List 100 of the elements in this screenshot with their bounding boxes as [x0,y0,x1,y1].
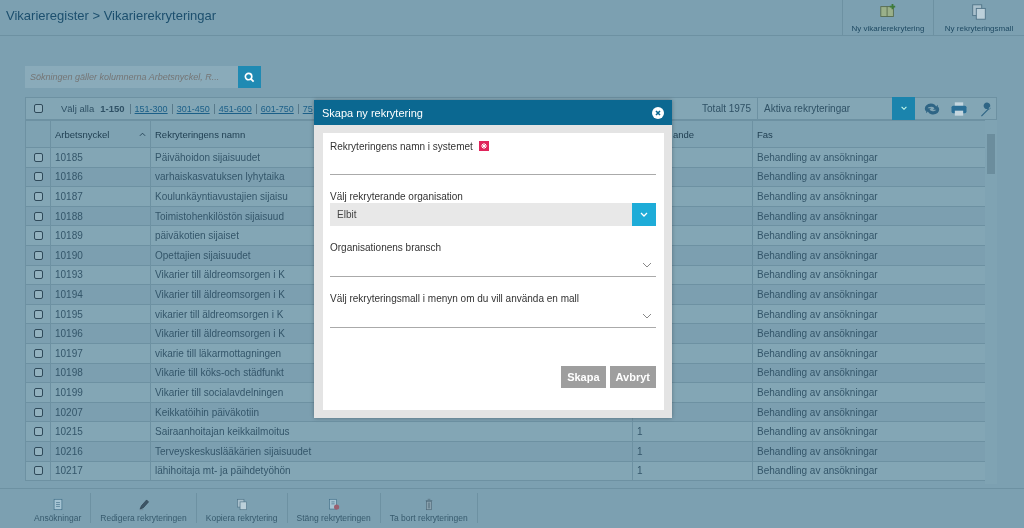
table-cell: Behandling av ansökningar [757,445,878,457]
dialog-title: Skapa ny rekrytering [322,106,423,119]
select-all-checkbox[interactable] [34,104,43,113]
row-checkbox[interactable] [33,211,43,221]
table-cell: Behandling av ansökningar [757,151,878,163]
row-checkbox[interactable] [33,368,43,378]
row-checkbox[interactable] [33,309,43,319]
table-cell: Sairaanhoitajan keikkailmoitus [155,426,290,438]
copy-icon [970,3,988,21]
table-cell: Vikarie till köks-och städfunkt [155,367,284,379]
dialog-button[interactable]: Avbryt [609,366,656,388]
row-checkbox[interactable] [33,387,43,397]
table-cell: Behandling av ansökningar [757,308,878,320]
toolbar-button[interactable]: Ansökningar [25,493,92,523]
table-cell: lähihoitaja mt- ja päihdetyöhön [155,465,291,477]
table-cell: varhaiskasvatuksen lyhytaika [155,171,285,183]
row-checkbox[interactable] [33,466,43,476]
field-label: Välj rekryterande organisation [330,190,463,202]
row-checkbox[interactable] [33,289,43,299]
table-cell: Behandling av ansökningar [757,269,878,281]
page-range-link[interactable]: 451-600 [218,103,252,114]
search-icon [244,71,255,83]
field-label: Rekryteringens namn i systemet [330,140,473,152]
field-label: Välj rekryteringsmall i menyn om du vill använda en mall [330,292,579,304]
table-cell: 10195 [55,308,83,320]
table-cell: vikarie till läkarmottagningen [155,347,282,359]
toolbar-button[interactable]: Ny vikarierekrytering [842,0,933,35]
table-cell: Vikarier till äldreomsorgen i K [155,269,285,281]
row-checkbox[interactable] [33,446,43,456]
table-cell: Vikarier till äldreomsorgen i K [155,288,285,300]
table-cell: Behandling av ansökningar [757,386,878,398]
table-cell: 10207 [55,406,83,418]
table-cell: 10196 [55,328,83,340]
table-cell: Behandling av ansökningar [757,406,878,418]
chevron-down-icon [639,211,649,218]
table-cell: Behandling av ansökningar [757,171,878,183]
select-all-label: Välj alla [61,103,95,114]
chevron-down-icon [899,106,908,111]
table-cell: 10198 [55,367,83,379]
search-field[interactable]: Sökningen gäller kolumnerna Arbetsnyckel, R... [25,66,238,88]
table-cell: Behandling av ansökningar [757,426,878,438]
table-cell: Terveyskeskuslääkärien sijaisuudet [155,445,312,457]
toolbar-button[interactable]: Ny rekryteringsmall [933,0,1024,35]
row-checkbox[interactable] [33,250,43,260]
table-cell: Päivähoidon sijaisuudet [155,151,261,163]
dialog-button[interactable]: Skapa [561,366,606,388]
table-cell: Behandling av ansökningar [757,210,878,222]
table-cell: Vikarier till äldreomsorgen i K [155,328,285,340]
table-cell: Behandling av ansökningar [757,249,878,261]
printer-icon[interactable] [949,100,969,117]
row-checkbox[interactable] [33,427,43,437]
row-checkbox[interactable] [33,329,43,339]
table-cell: 10199 [55,386,83,398]
column-header[interactable]: Arbetsnyckel [50,120,151,148]
page-range-link[interactable]: 151-300 [134,103,168,114]
table-cell: 1 [637,445,643,457]
field-label: Organisationens bransch [330,241,442,253]
page-range-link[interactable]: 601-750 [260,103,294,114]
table-cell: 10216 [55,445,83,457]
table-cell: Koulunkäyntiavustajien sijaisu [155,191,288,202]
toolbar-button[interactable]: Kopiera rekrytering [196,493,288,523]
table-cell: Behandling av ansökningar [757,367,878,379]
breadcrumb: Vikarieregister > Vikarierekryteringar [5,7,218,25]
total-count: Totalt 1975 [702,103,751,114]
toolbar-button[interactable]: Stäng rekryteringen [287,493,381,523]
table-cell: 10193 [55,269,83,281]
row-checkbox[interactable] [33,192,43,201]
table-cell: Behandling av ansökningar [757,288,878,300]
table-cell: 10186 [55,171,83,183]
table-cell: Toimistohenkilöstön sijaisuud [155,210,284,222]
table-cell: päiväkotien sijaiset [155,230,239,242]
table-cell: 1 [637,426,643,438]
table-cell: 1 [637,465,643,477]
table-cell: Behandling av ansökningar [757,230,878,242]
row-checkbox[interactable] [33,152,43,162]
table-cell: 10189 [55,230,83,242]
organisation-select[interactable]: Elbit [330,203,656,226]
table-cell: 10190 [55,249,83,261]
toolbar-button[interactable]: Ta bort rekryteringen [380,493,478,523]
table-cell: Behandling av ansökningar [757,465,878,477]
table-cell: 10197 [55,347,83,359]
row-checkbox[interactable] [33,172,43,182]
chevron-down-icon [642,262,652,268]
chevron-down-icon [642,313,652,319]
table-cell: 10217 [55,465,83,477]
toolbar-button[interactable]: Redigera rekryteringen [91,493,197,523]
search-button[interactable] [238,66,261,88]
refresh-icon[interactable] [922,100,942,117]
row-checkbox[interactable] [33,407,43,417]
row-checkbox[interactable] [33,270,43,280]
close-button[interactable] [652,106,664,119]
table-cell: 10215 [55,426,83,438]
table-cell: Vikarier till socialavdelningen [155,386,284,398]
table-cell: 10187 [55,191,83,202]
table-cell: Keikkatöihin päiväkotiin [155,406,259,418]
page-range-link[interactable]: 75 [302,103,313,114]
row-checkbox[interactable] [33,231,43,241]
row-checkbox[interactable] [33,348,43,358]
column-header[interactable]: Fas [752,120,986,148]
page-range-link[interactable]: 301-450 [176,103,210,114]
